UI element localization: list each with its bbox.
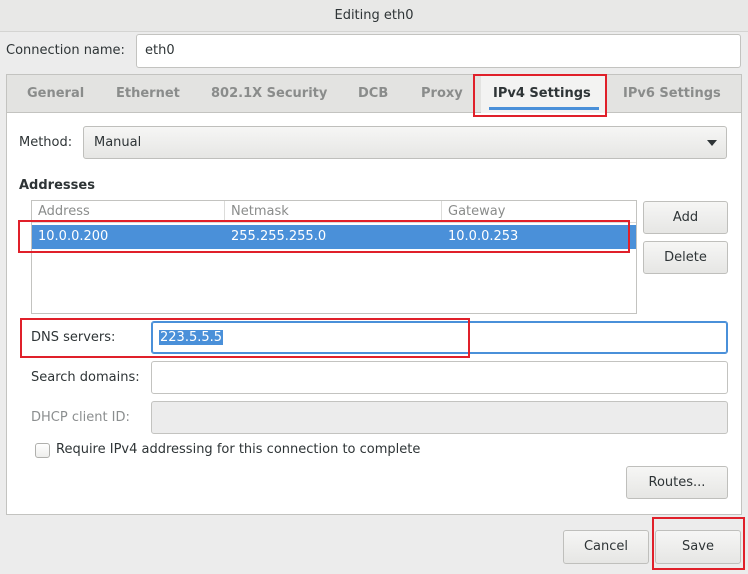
method-dropdown[interactable]: Manual <box>83 126 727 159</box>
column-header-gateway[interactable]: Gateway <box>442 201 636 223</box>
connection-name-input[interactable]: eth0 <box>136 34 741 68</box>
save-button[interactable]: Save <box>655 530 741 564</box>
column-header-address[interactable]: Address <box>32 201 225 223</box>
cancel-button[interactable]: Cancel <box>563 530 649 564</box>
window-title: Editing eth0 <box>0 0 748 32</box>
connection-name-row: Connection name: eth0 <box>0 32 748 72</box>
connection-name-label: Connection name: <box>6 43 125 58</box>
settings-notebook: General Ethernet 802.1X Security DCB Pro… <box>6 74 742 515</box>
tab-ipv4-settings[interactable]: IPv4 Settings <box>481 75 607 113</box>
tab-ethernet[interactable]: Ethernet <box>116 75 180 113</box>
routes-button[interactable]: Routes... <box>626 466 728 499</box>
delete-button[interactable]: Delete <box>643 241 728 274</box>
addresses-table-header: Address Netmask Gateway <box>32 201 636 223</box>
netmask-cell[interactable]: 255.255.255.0 <box>225 225 442 249</box>
method-value: Manual <box>94 135 142 150</box>
dns-servers-input[interactable]: 223.5.5.5 <box>151 321 728 354</box>
tab-general[interactable]: General <box>27 75 84 113</box>
search-domains-label: Search domains: <box>31 370 140 385</box>
addresses-heading: Addresses <box>19 178 95 193</box>
dhcp-client-id-input <box>151 401 728 434</box>
active-tab-indicator <box>489 107 599 110</box>
address-cell[interactable]: 10.0.0.200 <box>32 225 225 249</box>
tab-ipv6-settings[interactable]: IPv6 Settings <box>623 75 721 113</box>
search-domains-input[interactable] <box>151 361 728 394</box>
table-row[interactable]: 10.0.0.200 255.255.255.0 10.0.0.253 <box>32 225 636 249</box>
require-ipv4-checkbox[interactable] <box>35 443 50 458</box>
method-label: Method: <box>19 135 73 150</box>
tab-proxy[interactable]: Proxy <box>421 75 463 113</box>
tab-802-1x-security[interactable]: 802.1X Security <box>211 75 327 113</box>
require-ipv4-label[interactable]: Require IPv4 addressing for this connect… <box>56 442 420 457</box>
tab-ipv4-settings-label: IPv4 Settings <box>493 86 591 101</box>
column-header-netmask[interactable]: Netmask <box>225 201 442 223</box>
tab-bar: General Ethernet 802.1X Security DCB Pro… <box>7 75 741 113</box>
dns-servers-value: 223.5.5.5 <box>159 330 224 345</box>
gateway-cell[interactable]: 10.0.0.253 <box>442 225 636 249</box>
add-button[interactable]: Add <box>643 201 728 234</box>
tab-dcb[interactable]: DCB <box>358 75 388 113</box>
dhcp-client-id-label: DHCP client ID: <box>31 410 130 425</box>
addresses-table[interactable]: Address Netmask Gateway 10.0.0.200 255.2… <box>31 200 637 314</box>
dns-servers-label: DNS servers: <box>31 330 116 345</box>
chevron-down-icon <box>707 140 717 146</box>
